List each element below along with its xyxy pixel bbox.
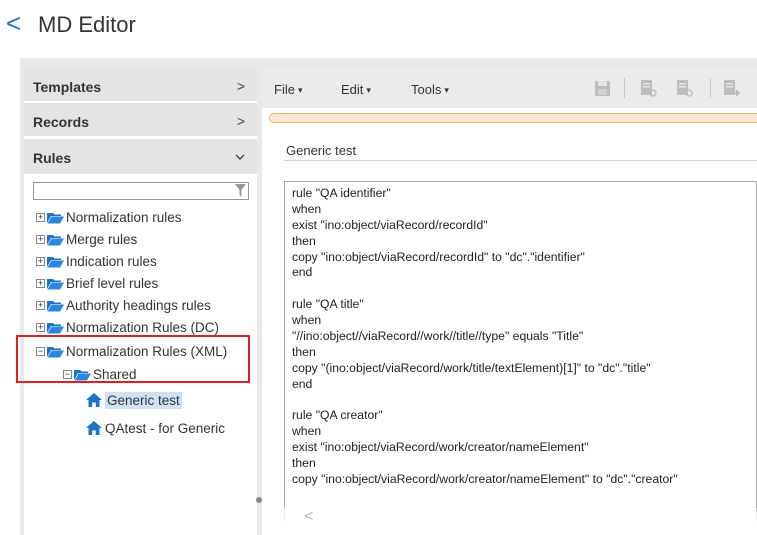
accordion-label: Records xyxy=(33,114,90,130)
tree-item-label: QAtest - for Generic xyxy=(105,420,226,436)
tree-item-normalization-rules[interactable]: + Normalization rules xyxy=(36,207,182,227)
expand-toggle-icon[interactable]: + xyxy=(36,300,45,310)
menu-file[interactable]: File ▾ xyxy=(274,82,302,97)
folder-open-icon xyxy=(47,256,64,267)
accordion-records[interactable]: Records > xyxy=(24,103,257,137)
code-line: rule "QA creator" xyxy=(292,408,383,423)
home-icon xyxy=(86,421,102,435)
code-line: end xyxy=(292,265,313,280)
expand-toggle-icon[interactable]: + xyxy=(36,234,45,244)
toolbar-separator xyxy=(710,78,711,98)
accordion-label: Rules xyxy=(33,150,72,166)
folder-open-icon xyxy=(47,234,64,245)
code-line: copy "ino:object/viaRecord/work/creator/… xyxy=(292,472,678,487)
rule-code-editor[interactable]: rule "QA identifier" when exist "ino:obj… xyxy=(284,181,757,526)
menu-edit[interactable]: Edit ▾ xyxy=(341,82,371,97)
editor-panel: File ▾ Edit ▾ Tools ▾ Generic test rule "QA… xyxy=(262,68,757,535)
code-line: then xyxy=(292,233,316,248)
expand-toggle-icon[interactable]: + xyxy=(36,322,45,332)
code-line: copy "ino:object/viaRecord/recordId" to … xyxy=(292,249,585,264)
caret-down-icon: ▾ xyxy=(297,85,303,95)
tree-item-merge-rules[interactable]: + Merge rules xyxy=(36,229,137,249)
code-line: rule "QA identifier" xyxy=(292,186,391,200)
code-line: end xyxy=(292,376,313,391)
code-line: when xyxy=(292,313,322,328)
tree-item-label: Generic test xyxy=(105,391,182,409)
app-header: < MD Editor xyxy=(0,0,757,50)
tree-item-brief-level-rules[interactable]: + Brief level rules xyxy=(36,273,158,293)
back-button[interactable]: < xyxy=(6,10,21,36)
tree-item-generic-test[interactable]: Generic test xyxy=(86,390,182,410)
tree-item-label: Indication rules xyxy=(66,253,157,269)
editor-toolbar: File ▾ Edit ▾ Tools ▾ xyxy=(262,68,757,108)
code-line: exist "ino:object/viaRecord/work/creator… xyxy=(292,440,589,455)
folder-open-icon xyxy=(47,322,64,333)
menu-label: Edit xyxy=(341,82,364,97)
home-icon xyxy=(86,393,102,407)
code-line: copy "(ino:object/viaRecord/work/title/t… xyxy=(292,360,651,375)
menu-tools[interactable]: Tools ▾ xyxy=(411,82,449,97)
caret-down-icon: ▾ xyxy=(444,85,449,95)
tree-item-label: Authority headings rules xyxy=(66,297,211,313)
menu-label: Tools xyxy=(411,82,442,97)
tree-item-label: Merge rules xyxy=(66,231,138,247)
horizontal-scrollbar[interactable]: < xyxy=(284,508,757,526)
chevron-right-icon: > xyxy=(236,78,245,94)
expand-toggle-icon[interactable]: + xyxy=(36,212,45,222)
status-progress-bar xyxy=(269,113,757,123)
filter-icon[interactable] xyxy=(235,184,246,198)
page-title: MD Editor xyxy=(38,12,136,37)
tree-item-label: Normalization rules xyxy=(66,209,182,225)
code-line: rule "QA title" xyxy=(292,297,364,312)
menu-label: File xyxy=(274,82,295,97)
folder-open-icon xyxy=(47,300,64,311)
highlight-box xyxy=(16,335,250,383)
save-icon[interactable] xyxy=(594,78,612,98)
expand-toggle-icon[interactable]: + xyxy=(36,256,45,266)
chevron-down-icon xyxy=(235,152,245,164)
accordion-rules[interactable]: Rules xyxy=(24,139,257,175)
scroll-left-icon[interactable]: < xyxy=(304,508,313,526)
code-line: then xyxy=(292,344,316,359)
folder-open-icon xyxy=(47,278,64,289)
tree-filter-input[interactable] xyxy=(33,182,249,200)
folder-open-icon xyxy=(47,212,64,223)
accordion-label: Templates xyxy=(33,79,102,95)
toolbar-separator xyxy=(624,78,625,98)
record-add-icon[interactable] xyxy=(723,78,741,98)
tree-item-label: Normalization Rules (DC) xyxy=(66,319,220,335)
accordion-templates[interactable]: Templates > xyxy=(24,68,257,102)
expand-toggle-icon[interactable]: + xyxy=(36,278,45,288)
document-title: Generic test xyxy=(286,143,357,158)
title-divider xyxy=(284,160,757,161)
tree-item-indication-rules[interactable]: + Indication rules xyxy=(36,251,157,271)
tree-item-normalization-rules-dc[interactable]: + Normalization Rules (DC) xyxy=(36,317,219,337)
code-line: when xyxy=(292,424,322,439)
caret-down-icon: ▾ xyxy=(366,85,371,95)
code-line: "//ino:object//viaRecord//work//title//t… xyxy=(292,329,584,344)
chevron-right-icon: > xyxy=(236,113,245,129)
code-line: when xyxy=(292,201,322,216)
tree-item-authority-headings-rules[interactable]: + Authority headings rules xyxy=(36,295,211,315)
record-search-icon[interactable] xyxy=(676,78,694,98)
record-view-icon[interactable] xyxy=(640,78,658,98)
tree-item-qatest-for-generic[interactable]: QAtest - for Generic xyxy=(86,418,225,438)
code-line: exist "ino:object/viaRecord/recordId" xyxy=(292,217,488,232)
code-line: then xyxy=(292,456,316,471)
tree-item-label: Brief level rules xyxy=(66,275,159,291)
